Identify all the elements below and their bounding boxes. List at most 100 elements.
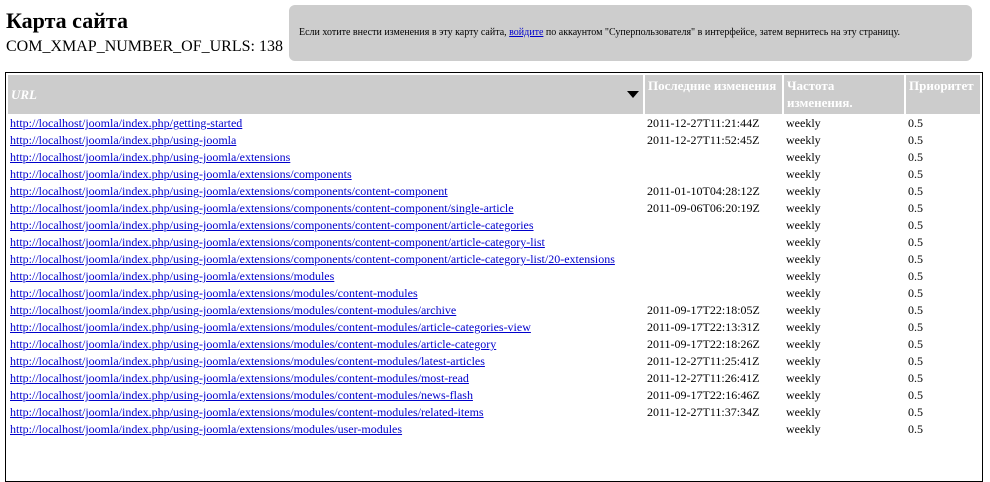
table-row: http://localhost/joomla/index.php/using-… [8, 354, 980, 369]
table-header-row: URL Последние изменения Частота изменени… [8, 75, 980, 114]
cell-priority: 0.5 [908, 218, 923, 232]
cell-changefreq: weekly [786, 150, 821, 164]
sitemap-url-link[interactable]: http://localhost/joomla/index.php/using-… [10, 371, 469, 385]
cell-changefreq: weekly [786, 269, 821, 283]
table-row: http://localhost/joomla/index.php/using-… [8, 201, 980, 216]
sitemap-url-link[interactable]: http://localhost/joomla/index.php/using-… [10, 405, 484, 419]
cell-changefreq: weekly [786, 167, 821, 181]
sitemap-url-link[interactable]: http://localhost/joomla/index.php/using-… [10, 286, 418, 300]
cell-lastmod [645, 167, 782, 182]
cell-url: http://localhost/joomla/index.php/using-… [8, 201, 643, 216]
cell-changefreq: weekly [786, 252, 821, 266]
cell-lastmod: 2011-12-27T11:37:34Z [647, 405, 760, 419]
cell-url: http://localhost/joomla/index.php/using-… [8, 269, 643, 284]
cell-changefreq: weekly [786, 133, 821, 147]
cell-priority: 0.5 [908, 133, 923, 147]
table-body: http://localhost/joomla/index.php/gettin… [8, 116, 980, 437]
login-notice: Если хотите внести изменения в эту карту… [289, 5, 972, 61]
sitemap-url-link[interactable]: http://localhost/joomla/index.php/using-… [10, 252, 615, 266]
cell-url: http://localhost/joomla/index.php/using-… [8, 337, 643, 352]
cell-changefreq: weekly [786, 422, 821, 436]
cell-lastmod: 2011-01-10T04:28:12Z [647, 184, 760, 198]
sitemap-url-link[interactable]: http://localhost/joomla/index.php/using-… [10, 133, 236, 147]
cell-priority: 0.5 [908, 116, 923, 130]
sitemap-url-link[interactable]: http://localhost/joomla/index.php/using-… [10, 320, 531, 334]
sitemap-url-link[interactable]: http://localhost/joomla/index.php/using-… [10, 422, 402, 436]
cell-lastmod: 2011-12-27T11:21:44Z [647, 116, 760, 130]
table-row: http://localhost/joomla/index.php/gettin… [8, 116, 980, 131]
cell-lastmod: 2011-12-27T11:52:45Z [647, 133, 760, 147]
table-row: http://localhost/joomla/index.php/using-… [8, 422, 980, 437]
cell-url: http://localhost/joomla/index.php/using-… [8, 320, 643, 335]
sitemap-url-link[interactable]: http://localhost/joomla/index.php/using-… [10, 388, 473, 402]
cell-lastmod: 2011-09-06T06:20:19Z [647, 201, 760, 215]
column-header-lastmod[interactable]: Последние изменения [645, 75, 782, 114]
cell-lastmod: 2011-09-17T22:18:26Z [647, 337, 760, 351]
cell-changefreq: weekly [786, 371, 821, 385]
sitemap-table-container: URL Последние изменения Частота изменени… [5, 72, 983, 482]
cell-lastmod [645, 218, 782, 233]
column-header-priority[interactable]: Приоритет [906, 75, 980, 114]
cell-priority: 0.5 [908, 320, 923, 334]
cell-priority: 0.5 [908, 252, 923, 266]
sitemap-url-link[interactable]: http://localhost/joomla/index.php/using-… [10, 201, 514, 215]
sitemap-url-link[interactable]: http://localhost/joomla/index.php/using-… [10, 150, 290, 164]
sitemap-url-link[interactable]: http://localhost/joomla/index.php/using-… [10, 184, 448, 198]
sitemap-url-link[interactable]: http://localhost/joomla/index.php/using-… [10, 167, 352, 181]
sitemap-url-link[interactable]: http://localhost/joomla/index.php/using-… [10, 235, 545, 249]
cell-changefreq: weekly [786, 320, 821, 334]
cell-changefreq: weekly [786, 354, 821, 368]
cell-lastmod [645, 235, 782, 250]
table-row: http://localhost/joomla/index.php/using-… [8, 405, 980, 420]
cell-url: http://localhost/joomla/index.php/using-… [8, 150, 643, 165]
cell-changefreq: weekly [786, 235, 821, 249]
cell-priority: 0.5 [908, 354, 923, 368]
cell-changefreq: weekly [786, 303, 821, 317]
url-count: COM_XMAP_NUMBER_OF_URLS: 138 [6, 38, 283, 55]
table-row: http://localhost/joomla/index.php/using-… [8, 150, 980, 165]
cell-priority: 0.5 [908, 337, 923, 351]
cell-priority: 0.5 [908, 184, 923, 198]
sitemap-url-link[interactable]: http://localhost/joomla/index.php/gettin… [10, 116, 242, 130]
sitemap-url-link[interactable]: http://localhost/joomla/index.php/using-… [10, 269, 334, 283]
cell-lastmod: 2011-12-27T11:26:41Z [647, 371, 760, 385]
cell-changefreq: weekly [786, 201, 821, 215]
cell-priority: 0.5 [908, 167, 923, 181]
cell-url: http://localhost/joomla/index.php/using-… [8, 252, 643, 267]
cell-url: http://localhost/joomla/index.php/using-… [8, 388, 643, 403]
page-title: Карта сайта [6, 8, 128, 33]
cell-url: http://localhost/joomla/index.php/gettin… [8, 116, 643, 131]
table-row: http://localhost/joomla/index.php/using-… [8, 388, 980, 403]
cell-priority: 0.5 [908, 388, 923, 402]
sitemap-url-link[interactable]: http://localhost/joomla/index.php/using-… [10, 354, 485, 368]
cell-url: http://localhost/joomla/index.php/using-… [8, 405, 643, 420]
login-link[interactable]: войдите [509, 27, 543, 38]
notice-text-before: Если хотите внести изменения в эту карту… [299, 27, 510, 38]
cell-changefreq: weekly [786, 184, 821, 198]
cell-url: http://localhost/joomla/index.php/using-… [8, 235, 643, 250]
column-header-changefreq[interactable]: Частота изменения. [784, 75, 904, 114]
cell-changefreq: weekly [786, 286, 821, 300]
cell-url: http://localhost/joomla/index.php/using-… [8, 218, 643, 233]
cell-url: http://localhost/joomla/index.php/using-… [8, 354, 643, 369]
cell-url: http://localhost/joomla/index.php/using-… [8, 286, 643, 301]
sitemap-url-link[interactable]: http://localhost/joomla/index.php/using-… [10, 337, 496, 351]
table-row: http://localhost/joomla/index.php/using-… [8, 286, 980, 301]
notice-text-after: по аккаунтом "Суперпользователя" в интер… [543, 27, 900, 38]
cell-lastmod [645, 286, 782, 301]
cell-url: http://localhost/joomla/index.php/using-… [8, 303, 643, 318]
cell-changefreq: weekly [786, 116, 821, 130]
cell-url: http://localhost/joomla/index.php/using-… [8, 184, 643, 199]
cell-priority: 0.5 [908, 201, 923, 215]
cell-changefreq: weekly [786, 405, 821, 419]
column-header-url[interactable]: URL [8, 75, 643, 114]
column-header-url-label: URL [11, 87, 37, 102]
table-row: http://localhost/joomla/index.php/using-… [8, 133, 980, 148]
cell-lastmod: 2011-12-27T11:25:41Z [647, 354, 760, 368]
cell-priority: 0.5 [908, 235, 923, 249]
sitemap-url-link[interactable]: http://localhost/joomla/index.php/using-… [10, 303, 456, 317]
sitemap-table: URL Последние изменения Частота изменени… [6, 73, 982, 439]
sitemap-url-link[interactable]: http://localhost/joomla/index.php/using-… [10, 218, 534, 232]
cell-changefreq: weekly [786, 388, 821, 402]
sort-desc-icon[interactable] [627, 91, 639, 98]
